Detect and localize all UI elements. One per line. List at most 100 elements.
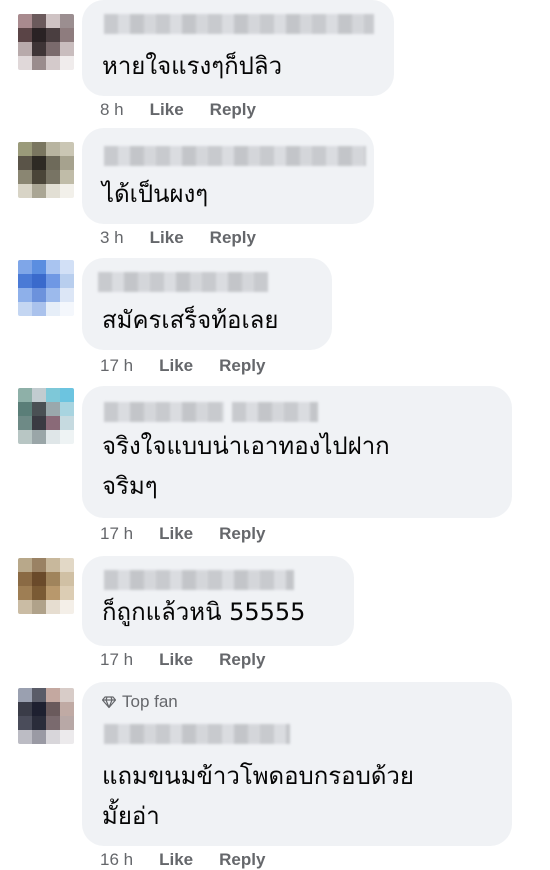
avatar-pixel [46,28,60,42]
avatar[interactable] [18,142,74,198]
avatar-pixel [18,600,32,614]
avatar-pixel [32,600,46,614]
comment-time[interactable]: 17 h [100,524,133,544]
avatar-pixel [32,416,46,430]
commenter-name-blurred[interactable] [104,146,366,166]
avatar-pixel [46,274,60,288]
commenter-name-blurred[interactable] [104,724,290,744]
reply-button[interactable]: Reply [219,524,265,544]
like-button[interactable]: Like [150,228,184,248]
avatar[interactable] [18,260,74,316]
comment-text: ได้เป็นผงๆ [102,180,209,208]
avatar-pixel [32,28,46,42]
avatar-pixel [60,288,74,302]
like-button[interactable]: Like [159,356,193,376]
avatar-pixel [32,730,46,744]
avatar-pixel [60,716,74,730]
comment-bubble: ได้เป็นผงๆ [82,128,374,224]
avatar-pixel [32,260,46,274]
comment-time[interactable]: 16 h [100,850,133,870]
avatar[interactable] [18,558,74,614]
avatar-pixel [46,288,60,302]
comment-time[interactable]: 17 h [100,356,133,376]
avatar-pixel [32,302,46,316]
diamond-icon [102,696,116,709]
avatar-pixel [46,730,60,744]
avatar-pixel [18,688,32,702]
avatar-pixel [60,156,74,170]
comment-time[interactable]: 3 h [100,228,124,248]
avatar-pixel [60,416,74,430]
comment-time[interactable]: 17 h [100,650,133,670]
like-button[interactable]: Like [159,850,193,870]
commenter-name-blurred[interactable] [104,570,294,590]
avatar-pixel [18,702,32,716]
comment-bubble: สมัครเสร็จท้อเลย [82,258,332,350]
avatar-pixel [60,260,74,274]
avatar-pixel [18,28,32,42]
like-button[interactable]: Like [159,524,193,544]
comment-bubble: ก็ถูกแล้วหนิ 55555 [82,556,354,646]
avatar-pixel [18,260,32,274]
comment-actions: 16 h Like Reply [100,850,265,870]
avatar-pixel [46,430,60,444]
avatar-pixel [18,302,32,316]
commenter-name-blurred[interactable] [104,14,374,34]
like-button[interactable]: Like [159,650,193,670]
comment-actions: 17 h Like Reply [100,524,265,544]
avatar-pixel [18,156,32,170]
comment-text: สมัครเสร็จท้อเลย [102,306,279,334]
avatar-pixel [60,142,74,156]
avatar-pixel [32,388,46,402]
like-button[interactable]: Like [150,100,184,120]
avatar-pixel [32,572,46,586]
avatar[interactable] [18,688,74,744]
avatar-pixel [18,14,32,28]
commenter-name-blurred[interactable] [104,402,224,422]
avatar-pixel [46,702,60,716]
avatar-pixel [60,600,74,614]
avatar-pixel [60,430,74,444]
avatar-pixel [18,42,32,56]
avatar-pixel [60,42,74,56]
avatar[interactable] [18,388,74,444]
comment-time[interactable]: 8 h [100,100,124,120]
avatar-pixel [32,142,46,156]
avatar-pixel [46,156,60,170]
avatar-pixel [18,558,32,572]
avatar-pixel [32,288,46,302]
avatar-pixel [18,716,32,730]
avatar[interactable] [18,14,74,70]
avatar-pixel [46,142,60,156]
commenter-name-blurred[interactable] [232,402,318,422]
commenter-name-blurred[interactable] [98,272,268,292]
comment-bubble: จริงใจแบบน่าเอาทองไปฝาก จริมๆ [82,386,512,518]
comment-actions: 8 h Like Reply [100,100,256,120]
comment-text: จริงใจแบบน่าเอาทองไปฝาก จริมๆ [102,432,390,500]
comment-bubble: Top fan แถมขนมข้าวโพดอบกรอบด้วย มั้ยอ่า [82,682,512,846]
avatar-pixel [18,430,32,444]
avatar-pixel [46,572,60,586]
avatar-pixel [60,586,74,600]
avatar-pixel [18,142,32,156]
avatar-pixel [32,716,46,730]
avatar-pixel [32,56,46,70]
avatar-pixel [32,558,46,572]
reply-button[interactable]: Reply [219,650,265,670]
avatar-pixel [46,558,60,572]
avatar-pixel [46,600,60,614]
reply-button[interactable]: Reply [219,850,265,870]
avatar-pixel [18,586,32,600]
avatar-pixel [60,28,74,42]
comment-bubble: หายใจแรงๆก็ปลิว [82,0,394,96]
avatar-pixel [60,402,74,416]
avatar-pixel [46,56,60,70]
avatar-pixel [60,730,74,744]
reply-button[interactable]: Reply [210,228,256,248]
avatar-pixel [60,56,74,70]
reply-button[interactable]: Reply [210,100,256,120]
reply-button[interactable]: Reply [219,356,265,376]
avatar-pixel [18,416,32,430]
comment-actions: 17 h Like Reply [100,356,265,376]
comment-actions: 17 h Like Reply [100,650,265,670]
